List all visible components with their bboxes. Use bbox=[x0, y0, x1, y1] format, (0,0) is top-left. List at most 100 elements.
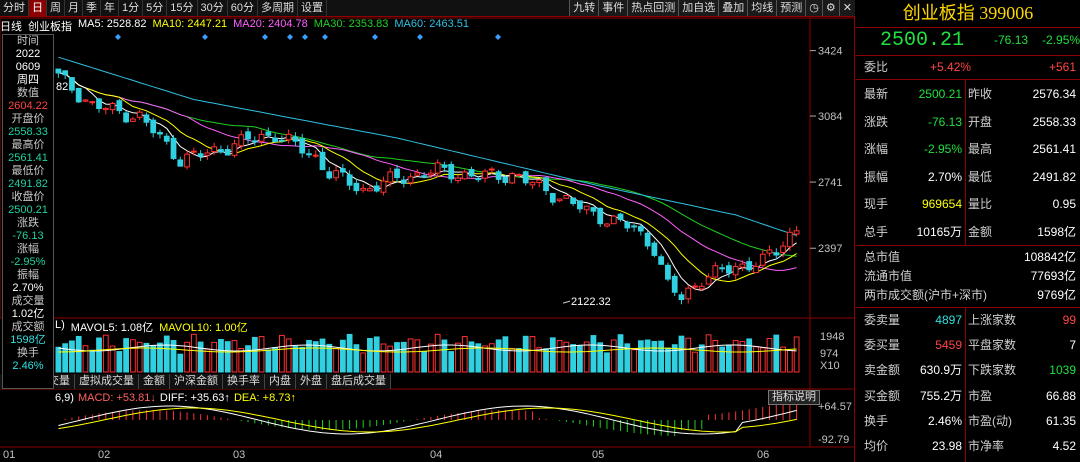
quote-row: 总手 10165万 金额 1598亿 bbox=[856, 222, 1080, 242]
candle-body bbox=[570, 197, 577, 204]
volume-bar bbox=[319, 338, 326, 373]
candle-body bbox=[665, 264, 671, 280]
candle-body bbox=[732, 266, 739, 276]
quote-row: 换手 2.46% 市盈(动) 61.35 bbox=[856, 411, 1080, 431]
toolbar-button-1[interactable]: 事件 bbox=[598, 0, 628, 16]
volume-bar bbox=[211, 341, 218, 373]
candle-body bbox=[285, 133, 292, 141]
row-value: 2500.21 bbox=[918, 87, 962, 101]
mavol5-label: MAVOL5: 1.08亿 bbox=[70, 322, 154, 334]
volume-bar bbox=[272, 347, 278, 373]
volume-bar bbox=[637, 340, 644, 373]
period-tab-8[interactable]: 15分 bbox=[167, 0, 198, 16]
toolbar-button-6[interactable]: 预测 bbox=[776, 0, 806, 16]
volume-bar bbox=[224, 341, 231, 373]
period-tab-0[interactable]: 分时 bbox=[0, 0, 29, 16]
toolbar-button-5[interactable]: 均线 bbox=[747, 0, 777, 16]
period-tab-10[interactable]: 60分 bbox=[228, 0, 258, 16]
ma60-label: MA60: 2463.51 bbox=[394, 18, 469, 30]
vol-tab-6[interactable]: 外盘 bbox=[296, 374, 327, 389]
volume-bar bbox=[543, 348, 549, 373]
vol-tab-7[interactable]: 盘后成交量 bbox=[327, 374, 391, 389]
candle-body bbox=[170, 137, 177, 159]
candle-body bbox=[414, 172, 421, 176]
volume-bar bbox=[590, 335, 597, 373]
volume-bar bbox=[55, 346, 62, 373]
quote-title: 创业板指 399006 bbox=[902, 3, 1034, 23]
volume-bar bbox=[678, 335, 685, 373]
candle-body bbox=[658, 256, 665, 265]
volume-bar bbox=[570, 344, 577, 373]
row-value-2: 61.35 bbox=[1045, 413, 1076, 428]
quote-price-row: 2500.21 -76.13 -2.95% bbox=[856, 28, 1080, 52]
time-label: 时间 bbox=[17, 35, 39, 47]
period-tab-6[interactable]: 1分 bbox=[119, 0, 144, 16]
candle-body bbox=[475, 178, 482, 181]
vol-axis-label: X10 bbox=[820, 360, 840, 372]
close-icon[interactable]: ✕ bbox=[838, 0, 855, 16]
volume-bar bbox=[116, 351, 123, 373]
left-annotation: 82 bbox=[56, 81, 68, 93]
period-tab-9[interactable]: 30分 bbox=[198, 0, 228, 16]
gear-icon[interactable]: ⚙ bbox=[821, 0, 839, 16]
total-mcap-value: 108842亿 bbox=[1023, 250, 1076, 264]
period-tab-2[interactable]: 周 bbox=[47, 0, 65, 16]
candle-body bbox=[346, 174, 353, 186]
candle-body bbox=[793, 230, 800, 235]
weekday-value: 周四 bbox=[17, 74, 39, 86]
period-tab-7[interactable]: 5分 bbox=[143, 0, 168, 16]
candle-body bbox=[468, 169, 475, 177]
period-tab-3[interactable]: 月 bbox=[65, 0, 83, 16]
period-tab-5[interactable]: 年 bbox=[101, 0, 119, 16]
toolbar-button-0[interactable]: 九转 bbox=[569, 0, 599, 16]
row-label-2: 金额 bbox=[968, 224, 993, 239]
toolbar-button-4[interactable]: 叠加 bbox=[718, 0, 748, 16]
toolbar-button-3[interactable]: 加自选 bbox=[678, 0, 719, 16]
volume-bar bbox=[258, 336, 265, 373]
candle-body bbox=[516, 174, 522, 177]
candle-body bbox=[143, 114, 150, 123]
volume-bar bbox=[549, 337, 556, 373]
event-marker-icon bbox=[202, 34, 208, 40]
row-label-2: 上涨家数 bbox=[968, 313, 1017, 327]
change-label: 涨跌 bbox=[17, 217, 39, 229]
volume-bar bbox=[597, 342, 604, 373]
row-value-2: 99 bbox=[1062, 313, 1076, 327]
vol-tab-2[interactable]: 金额 bbox=[139, 374, 170, 389]
period-tab-1[interactable]: 日 bbox=[29, 0, 47, 16]
candle-body bbox=[461, 171, 468, 180]
candle-body bbox=[272, 137, 278, 143]
volume-bar bbox=[360, 352, 367, 373]
volume-bar bbox=[644, 339, 651, 373]
candle-body bbox=[211, 146, 218, 153]
volume-bar bbox=[292, 346, 299, 373]
macd-value: MACD: +53.81↓ bbox=[77, 392, 156, 404]
candle-body bbox=[671, 275, 678, 293]
period-tab-12[interactable]: 设置 bbox=[298, 0, 327, 16]
vol-tab-1[interactable]: 虚拟成交量 bbox=[75, 374, 139, 389]
volume-bar bbox=[719, 346, 726, 373]
period-tab-11[interactable]: 多周期 bbox=[258, 0, 298, 16]
volume-bar bbox=[604, 352, 610, 373]
vol-tab-4[interactable]: 换手率 bbox=[223, 374, 265, 389]
clock-icon[interactable]: ◷ bbox=[805, 0, 822, 16]
candle-body bbox=[502, 176, 509, 183]
row-value-2: 0.95 bbox=[1052, 197, 1076, 211]
volume-bar bbox=[610, 339, 617, 373]
row-value-2: 2561.41 bbox=[1032, 142, 1076, 156]
candle-body bbox=[116, 100, 123, 112]
candle-body bbox=[238, 134, 245, 147]
period-tab-4[interactable]: 季 bbox=[83, 0, 101, 16]
row-label-2: 最低 bbox=[968, 169, 993, 184]
candle-body bbox=[455, 177, 461, 182]
indicator-help-button[interactable]: 指标说明 bbox=[768, 390, 820, 405]
vol-tab-3[interactable]: 沪深金额 bbox=[170, 374, 223, 389]
vol-tab-5[interactable]: 内盘 bbox=[265, 374, 296, 389]
quote-row: 涨幅 -2.95% 最高 2561.41 bbox=[856, 139, 1080, 159]
candle-body bbox=[190, 150, 197, 153]
kline-panel[interactable]: 3424 3084 2741 2397 2122.32 82 1948 974 X10 +64.5… bbox=[0, 0, 855, 462]
candle-body bbox=[651, 242, 658, 256]
event-marker-icon bbox=[417, 34, 423, 40]
toolbar-button-2[interactable]: 热点回测 bbox=[627, 0, 679, 16]
volume-value: 1.02亿 bbox=[11, 308, 45, 320]
